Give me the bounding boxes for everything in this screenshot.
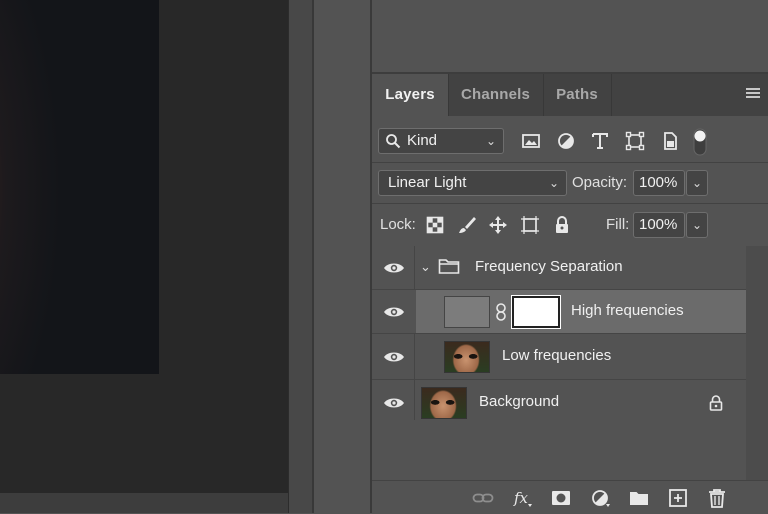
visibility-eye-icon[interactable]	[382, 303, 406, 321]
type-filter-icon[interactable]	[589, 130, 611, 152]
smart-object-filter-icon[interactable]	[659, 130, 681, 152]
fill-label: Fill:	[606, 216, 630, 233]
layer-thumbnail	[444, 341, 490, 373]
upper-panel	[372, 0, 768, 74]
layer-list-scrollbar[interactable]	[746, 246, 768, 480]
opacity-field[interactable]: 100%	[633, 170, 685, 196]
visibility-eye-icon[interactable]	[382, 394, 406, 412]
fill-slider-toggle[interactable]: ⌄	[686, 212, 708, 238]
link-layers-icon[interactable]	[472, 488, 494, 508]
visibility-cell[interactable]	[372, 290, 416, 334]
add-mask-icon[interactable]	[550, 488, 572, 508]
lock-row: Lock: Fill: 100% ⌄	[372, 204, 768, 246]
lock-transparency-icon[interactable]	[424, 214, 446, 236]
layer-row[interactable]: Low frequencies	[372, 334, 746, 380]
divider	[414, 334, 415, 380]
kind-filter-dropdown[interactable]: Kind ⌄	[378, 128, 504, 154]
chevron-down-icon: ⌄	[548, 176, 559, 190]
document-image	[0, 0, 159, 374]
lock-icon	[708, 394, 724, 412]
layer-name: High frequencies	[571, 302, 684, 319]
lock-artboard-icon[interactable]	[519, 214, 541, 236]
blend-mode-dropdown[interactable]: Linear Light ⌄	[378, 170, 567, 196]
image-filter-icon[interactable]	[520, 130, 542, 152]
canvas-horizontal-scrollbar[interactable]	[0, 493, 288, 513]
mask-link-icon[interactable]	[495, 303, 507, 321]
adjustment-filter-icon[interactable]	[555, 130, 577, 152]
layer-row-selected[interactable]: High frequencies	[416, 290, 746, 334]
search-icon	[385, 130, 401, 149]
kind-label: Kind	[407, 132, 438, 149]
svg-text:fx: fx	[513, 489, 529, 507]
layer-list-empty-area[interactable]	[372, 420, 746, 480]
fill-field[interactable]: 100%	[633, 212, 685, 238]
layer-mask-thumbnail[interactable]	[511, 295, 561, 329]
opacity-slider-toggle[interactable]: ⌄	[686, 170, 708, 196]
layer-thumbnail	[444, 296, 490, 328]
layer-name: Background	[479, 393, 560, 410]
layers-bottom-bar: fx	[372, 480, 768, 514]
visibility-eye-icon[interactable]	[382, 348, 406, 366]
panel-tabbar: Layers Channels Paths	[372, 74, 768, 116]
adjustment-layer-icon[interactable]	[589, 488, 611, 508]
delete-icon[interactable]	[706, 488, 728, 508]
opacity-label: Opacity:	[572, 174, 628, 191]
new-group-icon[interactable]	[628, 488, 650, 508]
tab-layers[interactable]: Layers	[372, 74, 449, 116]
canvas-vertical-scrollbar[interactable]	[288, 0, 313, 513]
lock-all-icon[interactable]	[551, 214, 573, 236]
tab-paths[interactable]: Paths	[543, 74, 612, 116]
filter-row: Kind ⌄	[372, 116, 768, 162]
document-canvas[interactable]	[0, 0, 288, 493]
visibility-eye-icon[interactable]	[382, 259, 406, 277]
filter-toggle[interactable]	[693, 128, 707, 156]
panel-dock-gap	[314, 0, 370, 513]
folder-icon	[438, 257, 460, 275]
fx-icon[interactable]: fx	[512, 488, 534, 508]
layers-panel: Layers Channels Paths Kind ⌄ Linear Ligh…	[372, 74, 768, 514]
layer-list: ⌄ Frequency Separation High frequencies	[372, 246, 746, 426]
lock-position-icon[interactable]	[487, 214, 509, 236]
chevron-down-icon: ⌄	[485, 134, 496, 148]
layer-name: Frequency Separation	[475, 258, 623, 275]
layer-row-group[interactable]: ⌄ Frequency Separation	[372, 246, 746, 290]
blend-mode-value: Linear Light	[388, 174, 467, 191]
shape-filter-icon[interactable]	[624, 130, 646, 152]
blend-row: Linear Light ⌄ Opacity: 100% ⌄	[372, 163, 768, 203]
panel-menu-icon[interactable]	[746, 88, 760, 100]
lock-image-pixels-icon[interactable]	[456, 214, 478, 236]
chevron-down-icon[interactable]: ⌄	[420, 259, 431, 275]
layer-thumbnail	[421, 387, 467, 419]
divider	[414, 246, 415, 290]
new-layer-icon[interactable]	[667, 488, 689, 508]
layer-name: Low frequencies	[502, 347, 612, 364]
lock-label: Lock:	[380, 216, 416, 233]
tab-channels[interactable]: Channels	[448, 74, 544, 116]
